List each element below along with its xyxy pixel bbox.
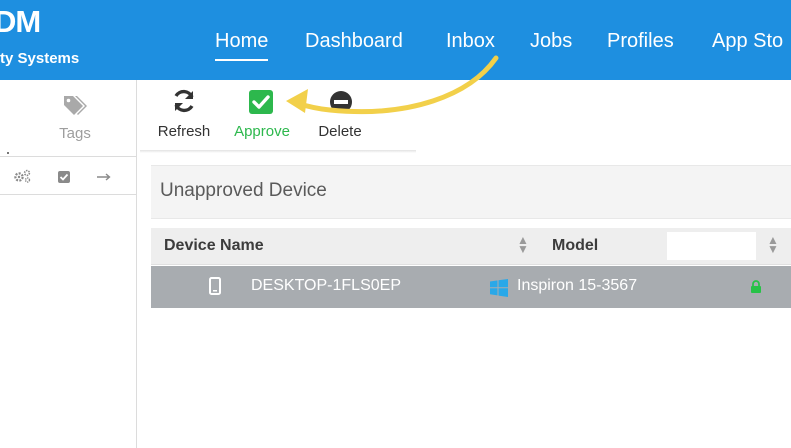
panel-header: Unapproved Device: [151, 165, 791, 219]
refresh-label: Refresh: [157, 123, 211, 140]
checkbox-icon[interactable]: [57, 170, 71, 184]
mobile-device-icon: [209, 277, 221, 295]
table-row[interactable]: DESKTOP-1FLS0EP Inspiron 15-3567: [151, 266, 791, 308]
column-device-name[interactable]: Device Name: [164, 237, 264, 255]
refresh-icon: [174, 89, 194, 113]
brand-subtitle: ty Systems: [0, 50, 80, 67]
nav-dashboard[interactable]: Dashboard: [305, 28, 403, 54]
nav-home[interactable]: Home: [215, 28, 269, 61]
tags-tab[interactable]: Tags: [40, 92, 110, 148]
sidebar-divider: [0, 156, 136, 157]
table-header: Device Name ▲ ▼ Model ▲ ▼: [151, 228, 791, 265]
lock-icon: [751, 280, 761, 293]
toolbar-shadow: [140, 150, 416, 153]
brand-name: DM: [0, 4, 41, 39]
sort-icon[interactable]: ▲ ▼: [767, 234, 779, 255]
column-filter-input[interactable]: [667, 232, 756, 260]
approve-label: Approve: [234, 123, 290, 140]
arrow-right-icon[interactable]: [96, 172, 112, 182]
nav-jobs[interactable]: Jobs: [530, 28, 572, 54]
nav-inbox[interactable]: Inbox: [446, 28, 495, 54]
tags-label: Tags: [59, 125, 91, 142]
top-navigation-bar: DM ty Systems Home Dashboard Inbox Jobs …: [0, 0, 791, 80]
divider-mark: [7, 152, 9, 154]
tag-icon: [64, 96, 87, 115]
table-body: [151, 308, 791, 448]
delete-label: Delete: [318, 123, 362, 140]
windows-icon: [490, 279, 508, 297]
left-sidebar: Tags: [0, 80, 137, 448]
gears-icon[interactable]: [13, 168, 33, 184]
sidebar-icon-row: [0, 162, 136, 195]
sort-icon[interactable]: ▲ ▼: [517, 234, 529, 255]
nav-app-store[interactable]: App Sto: [712, 28, 783, 54]
device-name-cell: DESKTOP-1FLS0EP: [251, 277, 401, 294]
approve-check-icon: [249, 90, 273, 114]
delete-minus-icon: [330, 91, 352, 113]
panel-title: Unapproved Device: [160, 180, 327, 201]
nav-profiles[interactable]: Profiles: [607, 28, 674, 54]
column-model[interactable]: Model: [552, 237, 598, 255]
model-cell: Inspiron 15-3567: [517, 277, 638, 294]
